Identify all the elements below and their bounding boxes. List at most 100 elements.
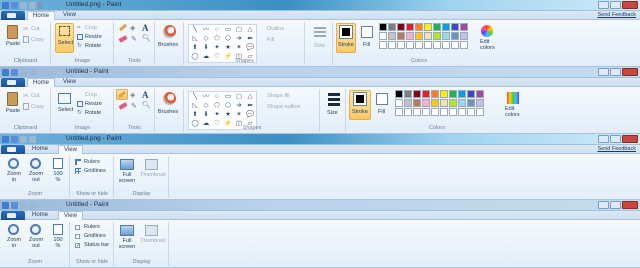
shape-icon[interactable]: ╲ [190, 26, 200, 34]
file-menu-button[interactable] [1, 78, 25, 87]
close-button[interactable] [622, 135, 638, 143]
rotate-button[interactable]: Rotate [85, 110, 101, 116]
color-swatch[interactable] [379, 23, 387, 31]
shape-icon[interactable]: ⬅ [245, 35, 255, 43]
magnifier-icon[interactable]: 🔍︎ [142, 101, 151, 109]
shape-icon[interactable]: ▭ [223, 93, 233, 101]
color-swatch[interactable] [395, 108, 403, 116]
shape-icon[interactable]: ◇ [201, 102, 211, 110]
color-swatch[interactable] [476, 99, 484, 107]
color-swatch[interactable] [451, 23, 459, 31]
color-swatch[interactable] [449, 90, 457, 98]
shape-icon[interactable]: ○ [212, 93, 222, 101]
brush-icon[interactable] [163, 92, 176, 105]
color-swatch[interactable] [406, 41, 414, 49]
color-swatch[interactable] [440, 99, 448, 107]
crop-button[interactable]: Crop [85, 25, 97, 31]
fill-color-button[interactable]: Fill [378, 109, 385, 115]
zoom-100-button[interactable]: 100 % [52, 171, 64, 183]
fill-swatch[interactable] [376, 93, 388, 105]
color-swatch[interactable] [406, 32, 414, 40]
actual-size-icon[interactable] [53, 158, 63, 169]
fill-color-button[interactable]: Fill [363, 42, 370, 48]
color-swatch[interactable] [460, 32, 468, 40]
close-button[interactable] [622, 201, 638, 209]
save-icon[interactable] [11, 136, 18, 143]
color-swatch[interactable] [388, 41, 396, 49]
color-picker-icon[interactable]: ✎ [131, 102, 137, 110]
tab-home[interactable]: Home [27, 211, 53, 220]
color-swatch[interactable] [433, 41, 441, 49]
color-swatch[interactable] [388, 23, 396, 31]
color-swatch[interactable] [413, 99, 421, 107]
resize-button[interactable]: Resize [85, 34, 102, 40]
minimize-button[interactable] [598, 135, 609, 143]
color-swatch[interactable] [431, 90, 439, 98]
color-swatch[interactable] [460, 41, 468, 49]
size-lines-icon[interactable] [314, 27, 326, 39]
color-swatch[interactable] [460, 23, 468, 31]
shape-icon[interactable]: ✶ [234, 44, 244, 52]
shape-icon[interactable]: ✶ [234, 111, 244, 119]
shape-icon[interactable]: ★ [223, 111, 233, 119]
paste-icon[interactable] [7, 92, 18, 106]
color-swatch[interactable] [413, 90, 421, 98]
text-tool-icon[interactable]: A [142, 90, 149, 100]
redo-icon[interactable] [29, 2, 36, 9]
tab-home[interactable]: Home [27, 78, 56, 87]
color-swatch[interactable] [397, 41, 405, 49]
maximize-button[interactable] [610, 201, 621, 209]
color-picker-icon[interactable]: ✎ [131, 35, 137, 43]
color-swatch[interactable] [458, 99, 466, 107]
shape-icon[interactable]: ✦ [212, 44, 222, 52]
color-swatch[interactable] [458, 90, 466, 98]
paste-icon[interactable] [7, 25, 18, 39]
paint-app-icon[interactable] [2, 202, 9, 209]
edit-colors-button[interactable]: Edit colors [505, 106, 525, 118]
shape-icon[interactable]: ⬡ [223, 102, 233, 110]
close-button[interactable] [622, 1, 638, 9]
color-swatch[interactable] [388, 32, 396, 40]
undo-icon[interactable] [20, 202, 27, 209]
shape-icon[interactable]: ⬡ [223, 35, 233, 43]
file-menu-button[interactable] [1, 145, 25, 154]
paint-app-icon[interactable] [2, 2, 9, 9]
color-swatch[interactable] [449, 99, 457, 107]
shape-icon[interactable]: ▢ [234, 26, 244, 34]
redo-icon[interactable] [29, 69, 36, 76]
color-swatch[interactable] [431, 108, 439, 116]
outline-button[interactable]: Outline [267, 26, 284, 32]
color-swatch[interactable] [422, 90, 430, 98]
fill-swatch[interactable] [361, 26, 373, 38]
color-swatch[interactable] [397, 32, 405, 40]
shape-icon[interactable]: 〰 [201, 26, 211, 34]
color-swatch[interactable] [440, 108, 448, 116]
shape-icon[interactable]: ○ [212, 26, 222, 34]
edit-colors-icon[interactable] [507, 92, 519, 104]
color-swatch[interactable] [422, 108, 430, 116]
fill-button[interactable]: Fill [267, 37, 274, 43]
copy-button[interactable]: Copy [31, 104, 44, 110]
shape-fill-button[interactable]: Shape fill [267, 93, 290, 99]
zoom-in-icon[interactable] [8, 158, 19, 169]
color-swatch[interactable] [404, 108, 412, 116]
thumbnail-toggle[interactable]: Thumbnail [140, 238, 166, 244]
color-swatch[interactable] [422, 99, 430, 107]
color-swatch[interactable] [467, 90, 475, 98]
zoom-out-icon[interactable] [30, 158, 41, 169]
color-swatch[interactable] [467, 99, 475, 107]
color-swatch[interactable] [413, 108, 421, 116]
color-swatch[interactable] [424, 23, 432, 31]
color-swatch[interactable] [476, 108, 484, 116]
shape-icon[interactable]: ⬇ [201, 111, 211, 119]
color-swatch[interactable] [458, 108, 466, 116]
color-swatch[interactable] [440, 90, 448, 98]
zoom-in-button[interactable]: Zoom in [7, 171, 21, 183]
shape-icon[interactable]: ⬆ [190, 111, 200, 119]
shape-icon[interactable]: ◇ [201, 35, 211, 43]
color-swatch[interactable] [404, 99, 412, 107]
tab-view[interactable]: View [58, 11, 81, 20]
color-swatch[interactable] [395, 99, 403, 107]
actual-size-icon[interactable] [53, 224, 63, 235]
shape-icon[interactable]: ▢ [234, 93, 244, 101]
